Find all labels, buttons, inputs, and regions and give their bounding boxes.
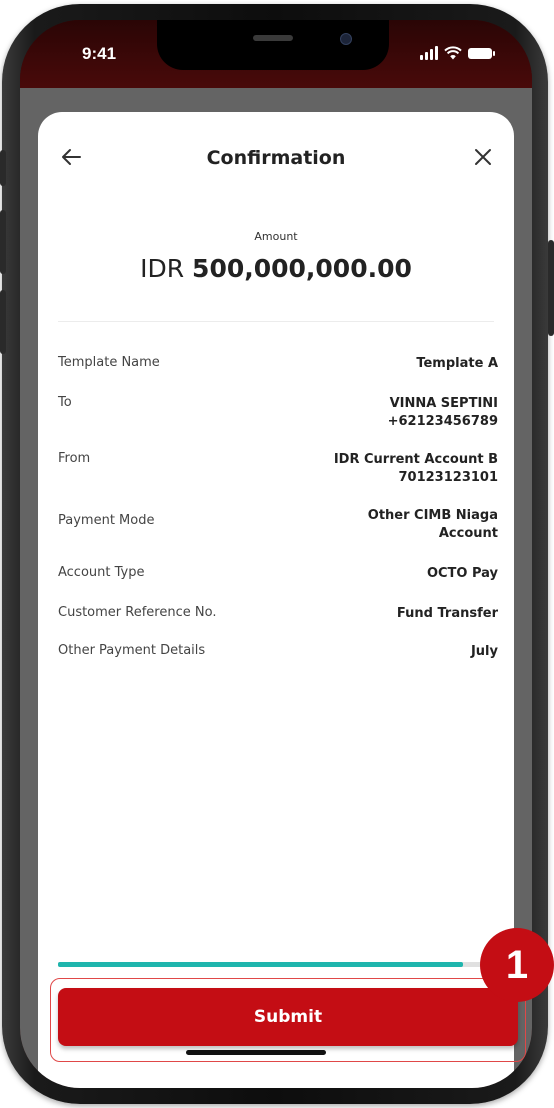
- notch: [157, 20, 389, 70]
- detail-value: July: [470, 644, 498, 659]
- home-indicator: [186, 1050, 326, 1055]
- phone-screen: 9:41 Confirmation Amount IDR 500,000,000…: [20, 20, 532, 1088]
- status-time: 9:41: [82, 44, 117, 63]
- front-camera-icon: [340, 33, 352, 45]
- detail-row-from: From IDR Current Account B 70123123101: [58, 451, 498, 487]
- detail-row-payment-mode: Payment Mode Other CIMB Niaga Account: [58, 507, 498, 543]
- detail-row-customer-reference: Customer Reference No. Fund Transfer: [58, 605, 498, 623]
- volume-up-button: [0, 210, 6, 274]
- divider: [58, 321, 494, 322]
- detail-label: Customer Reference No.: [58, 605, 217, 620]
- detail-label: Account Type: [58, 565, 145, 580]
- speaker-grille: [253, 35, 293, 41]
- amount-value: IDR 500,000,000.00: [38, 254, 514, 283]
- cellular-signal-icon: [420, 46, 438, 60]
- detail-label: To: [58, 395, 72, 410]
- progress-bar-fill: [58, 962, 463, 967]
- detail-value: Fund Transfer: [396, 606, 498, 621]
- detail-row-template-name: Template Name Template A: [58, 355, 498, 373]
- detail-label: From: [58, 451, 91, 466]
- detail-value: Other CIMB Niaga Account: [367, 508, 498, 541]
- volume-down-button: [0, 290, 6, 354]
- battery-icon: [468, 48, 495, 59]
- amount-currency: IDR: [140, 254, 185, 283]
- detail-row-account-type: Account Type OCTO Pay: [58, 565, 498, 583]
- amount-label: Amount: [254, 230, 298, 243]
- detail-label: Template Name: [58, 355, 160, 370]
- progress-bar: [58, 962, 498, 967]
- detail-row-other-payment: Other Payment Details July: [58, 643, 498, 661]
- sheet-header: Confirmation: [38, 112, 514, 202]
- page-title: Confirmation: [206, 147, 346, 169]
- detail-label: Payment Mode: [58, 513, 155, 528]
- power-button: [548, 240, 554, 336]
- close-icon[interactable]: [474, 148, 492, 166]
- detail-row-to: To VINNA SEPTINI +62123456789: [58, 395, 498, 431]
- status-icons: [420, 46, 495, 60]
- detail-value: VINNA SEPTINI +62123456789: [387, 396, 498, 429]
- detail-value: OCTO Pay: [426, 566, 498, 581]
- confirmation-sheet: Confirmation Amount IDR 500,000,000.00 T…: [38, 112, 514, 1088]
- wifi-icon: [444, 46, 462, 60]
- detail-value: Template A: [416, 356, 498, 371]
- detail-value: IDR Current Account B 70123123101: [333, 452, 498, 485]
- step-badge: 1: [480, 928, 554, 1002]
- mute-switch: [0, 150, 6, 186]
- submit-button[interactable]: Submit: [58, 988, 518, 1046]
- status-bar: 9:41: [20, 20, 532, 90]
- amount-number: 500,000,000.00: [192, 254, 412, 283]
- detail-label: Other Payment Details: [58, 643, 206, 658]
